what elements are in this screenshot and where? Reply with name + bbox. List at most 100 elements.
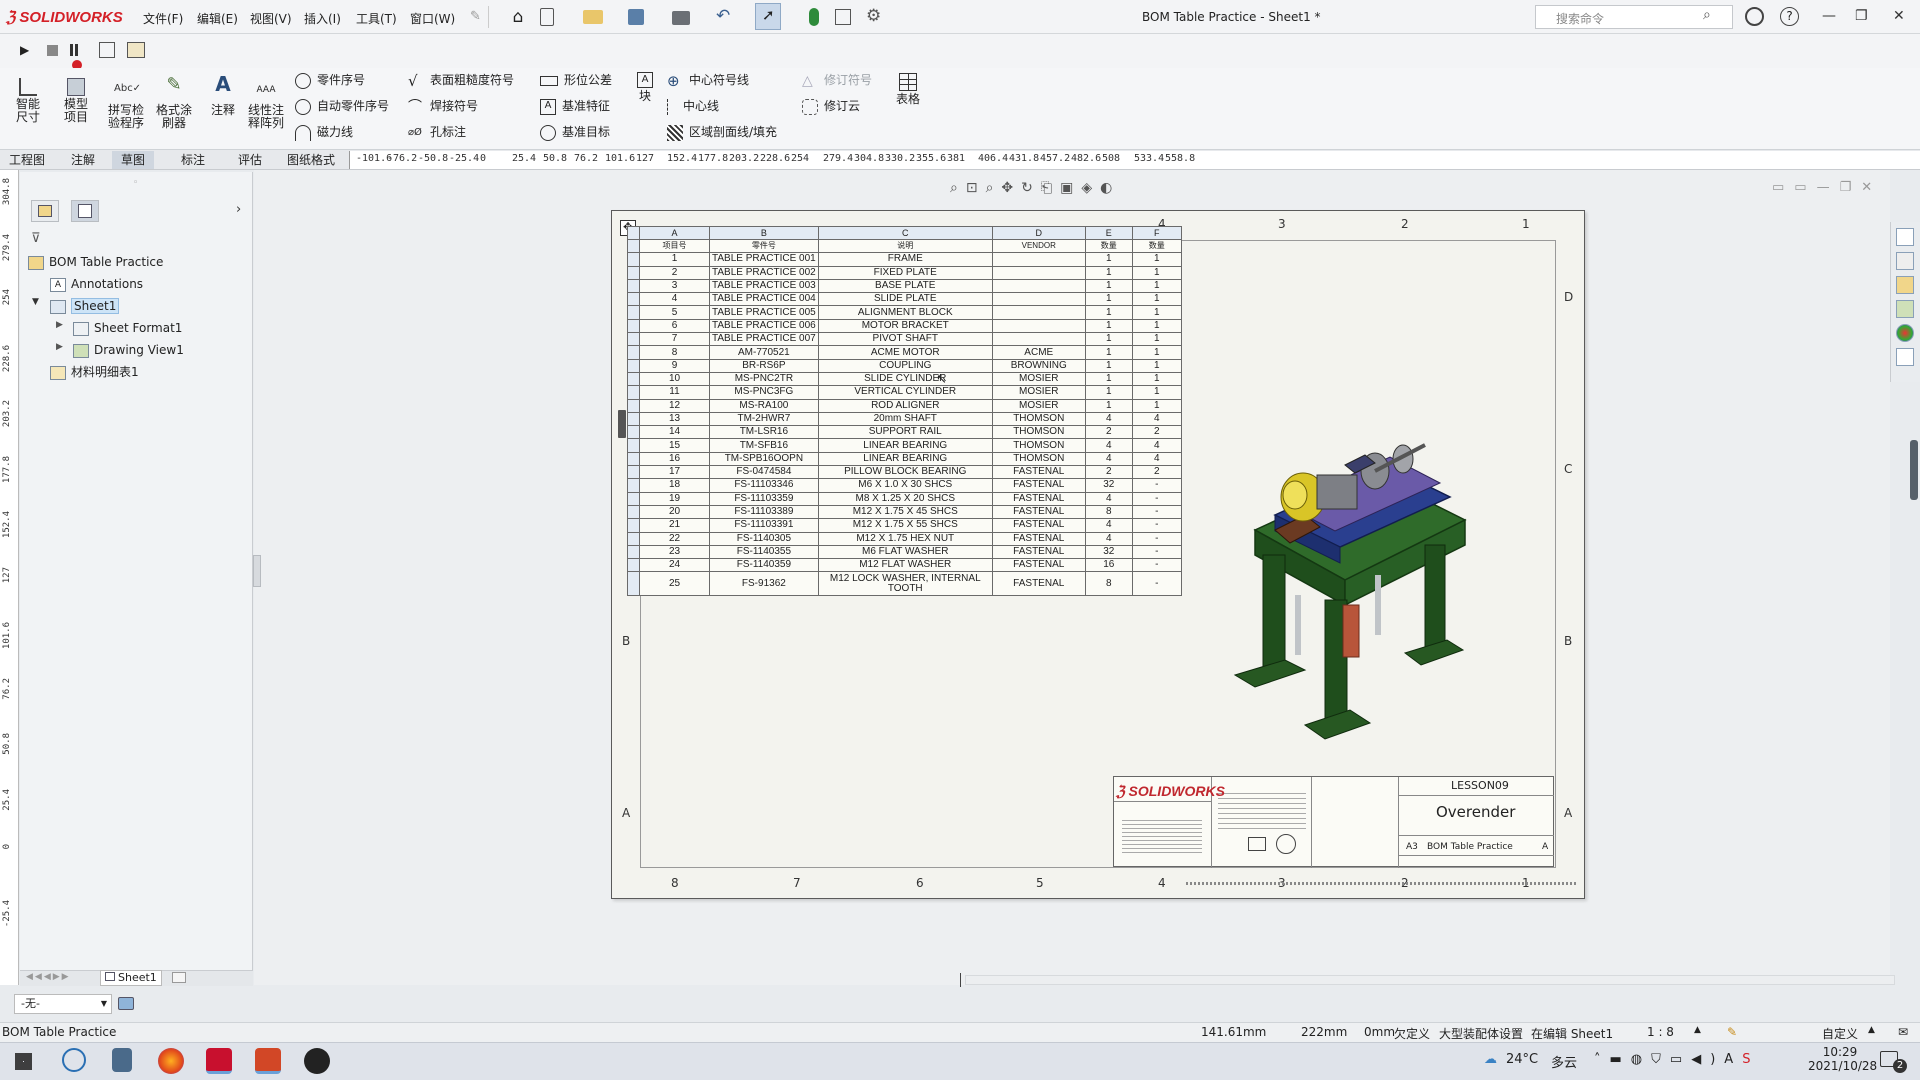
- stop-macro-icon[interactable]: [47, 45, 58, 56]
- table-cell[interactable]: 8: [1084, 571, 1133, 597]
- scale-up-arrow-icon[interactable]: ▲: [1694, 1025, 1701, 1035]
- table-cell[interactable]: 数量: [1131, 238, 1182, 254]
- close-button[interactable]: ✕: [1893, 8, 1905, 24]
- table-cell[interactable]: SLIDE CYLINDER: [817, 371, 993, 387]
- expand-sheet-format-icon[interactable]: ▶: [56, 320, 63, 330]
- table-cell[interactable]: M12 X 1.75 X 55 SHCS: [817, 518, 993, 533]
- vertical-scroll-thumb[interactable]: [1910, 440, 1918, 500]
- sheet-nav-arrows-icon[interactable]: ◀◀◀▶▶: [26, 972, 71, 982]
- table-cell[interactable]: 22: [639, 531, 710, 546]
- table-cell[interactable]: ALIGNMENT BLOCK: [817, 305, 993, 320]
- table-cell[interactable]: 1: [1084, 371, 1133, 387]
- weld-symbol-button[interactable]: ⌒ 焊接符号: [408, 96, 478, 116]
- tree-root[interactable]: BOM Table Practice: [28, 252, 163, 272]
- table-cell[interactable]: 零件号: [709, 238, 819, 254]
- table-cell[interactable]: B: [709, 226, 819, 240]
- center-mark-button[interactable]: ⊕ 中心符号线: [667, 70, 749, 90]
- table-cell[interactable]: FASTENAL: [991, 571, 1086, 597]
- table-cell[interactable]: MOSIER: [991, 385, 1086, 400]
- status-tooltip-icon[interactable]: ✉: [1898, 1025, 1908, 1039]
- table-cell[interactable]: 1: [1084, 332, 1133, 347]
- graphics-split-bar[interactable]: [960, 973, 961, 987]
- table-cell[interactable]: 13: [639, 411, 710, 427]
- appearance-icon[interactable]: ◐: [1100, 180, 1120, 196]
- table-cell[interactable]: 项目号: [639, 238, 710, 254]
- tray-expand-icon[interactable]: ˄: [1594, 1052, 1610, 1067]
- table-cell[interactable]: LINEAR BEARING: [817, 451, 993, 467]
- table-cell[interactable]: 1: [1131, 358, 1182, 373]
- tab-dimension[interactable]: 标注: [172, 151, 214, 169]
- table-cell[interactable]: BASE PLATE: [817, 278, 993, 294]
- tree-item-bom-table[interactable]: 材料明细表1: [50, 362, 139, 382]
- table-row[interactable]: 4 TABLE PRACTICE 004 SLIDE PLATE 1 1: [627, 292, 1182, 307]
- rotate-view-icon[interactable]: ↻: [1021, 180, 1041, 196]
- tree-item-annotations[interactable]: A Annotations: [50, 274, 143, 294]
- table-cell[interactable]: 1: [1131, 385, 1182, 400]
- row-handle[interactable]: [627, 292, 640, 307]
- table-cell[interactable]: MS-PNC2TR: [709, 371, 819, 387]
- auto-balloon-button[interactable]: 自动零件序号: [295, 96, 389, 116]
- table-cell[interactable]: FASTENAL: [991, 478, 1086, 493]
- linear-note-pattern-button[interactable]: AAA 线性注释阵列: [244, 78, 288, 130]
- table-cell[interactable]: THOMSON: [991, 411, 1086, 427]
- table-cell[interactable]: 1: [1084, 398, 1133, 413]
- table-cell[interactable]: 8: [639, 345, 710, 360]
- tray-s-icon[interactable]: S: [1742, 1052, 1759, 1067]
- solidworks-taskbar-icon[interactable]: [206, 1048, 232, 1074]
- table-cell[interactable]: THOMSON: [991, 451, 1086, 467]
- table-row[interactable]: 3 TABLE PRACTICE 003 BASE PLATE 1 1: [627, 278, 1182, 294]
- table-cell[interactable]: 1: [1131, 345, 1182, 360]
- spell-checker-button[interactable]: Abc✓ 拼写检验程序: [104, 78, 148, 130]
- table-row[interactable]: 20 FS-11103389 M12 X 1.75 X 45 SHCS FASTENA…: [627, 504, 1182, 520]
- table-cell[interactable]: 14: [639, 425, 710, 440]
- table-cell[interactable]: -: [1131, 504, 1182, 520]
- tab-evaluate[interactable]: 评估: [229, 151, 271, 169]
- format-painter-button[interactable]: ✎ 格式涂刷器: [152, 76, 196, 130]
- table-cell[interactable]: TABLE PRACTICE 007: [709, 332, 819, 347]
- row-handle[interactable]: [627, 478, 640, 493]
- tree-item-sheet1[interactable]: Sheet1: [50, 296, 120, 316]
- table-cell[interactable]: 1: [1084, 345, 1133, 360]
- help-icon[interactable]: ?: [1780, 7, 1799, 26]
- filter-icon[interactable]: ⊽: [31, 231, 41, 246]
- sheet-tab-sheet1[interactable]: Sheet1: [100, 970, 162, 986]
- table-cell[interactable]: 1: [1084, 292, 1133, 307]
- table-cell[interactable]: 6: [639, 318, 710, 334]
- row-handle[interactable]: [627, 358, 640, 373]
- balloon-button[interactable]: 零件序号: [295, 70, 365, 90]
- new-macro-icon[interactable]: [127, 42, 145, 58]
- panel-grip-icon[interactable]: ◦: [133, 178, 138, 188]
- weather-condition[interactable]: 多云: [1551, 1052, 1577, 1071]
- table-cell[interactable]: 9: [639, 358, 710, 373]
- table-cell[interactable]: 12: [639, 398, 710, 413]
- row-handle[interactable]: [627, 318, 640, 334]
- pan-icon[interactable]: ✥: [1001, 180, 1021, 196]
- table-row[interactable]: 7 TABLE PRACTICE 007 PIVOT SHAFT 1 1: [627, 332, 1182, 347]
- table-cell[interactable]: M12 X 1.75 HEX NUT: [817, 531, 993, 546]
- table-row[interactable]: 13 TM-2HWR7 20mm SHAFT THOMSON 4 4: [627, 411, 1182, 427]
- previous-view-icon[interactable]: ⎗: [1041, 180, 1060, 196]
- network-icon[interactable]: ▭: [1670, 1052, 1691, 1067]
- table-row[interactable]: 6 TABLE PRACTICE 006 MOTOR BRACKET 1 1: [627, 318, 1182, 334]
- table-cell[interactable]: 1: [1131, 371, 1182, 387]
- table-cell[interactable]: 24: [639, 558, 710, 573]
- menu-window[interactable]: 窗口(W): [410, 10, 455, 27]
- table-cell[interactable]: FS-91362: [709, 571, 819, 597]
- table-cell[interactable]: 19: [639, 491, 710, 506]
- table-cell[interactable]: FASTENAL: [991, 465, 1086, 480]
- table-cell[interactable]: TABLE PRACTICE 001: [709, 252, 819, 267]
- table-cell[interactable]: 2: [1131, 465, 1182, 480]
- table-cell[interactable]: LINEAR BEARING: [817, 438, 993, 453]
- table-cell[interactable]: FASTENAL: [991, 558, 1086, 573]
- table-cell[interactable]: 4: [1084, 518, 1133, 533]
- status-units[interactable]: 自定义: [1822, 1025, 1858, 1042]
- tile-left-icon[interactable]: ▭: [1772, 180, 1794, 195]
- row-handle[interactable]: [627, 305, 640, 320]
- menu-file[interactable]: 文件(F): [143, 10, 183, 27]
- row-handle[interactable]: [627, 504, 640, 520]
- table-cell[interactable]: FS-0474584: [709, 465, 819, 480]
- display-style-icon[interactable]: ▣: [1060, 180, 1081, 196]
- doc-minimize-icon[interactable]: —: [1817, 180, 1840, 195]
- search-icon[interactable]: ⌕: [1703, 7, 1711, 23]
- table-cell[interactable]: SUPPORT RAIL: [817, 425, 993, 440]
